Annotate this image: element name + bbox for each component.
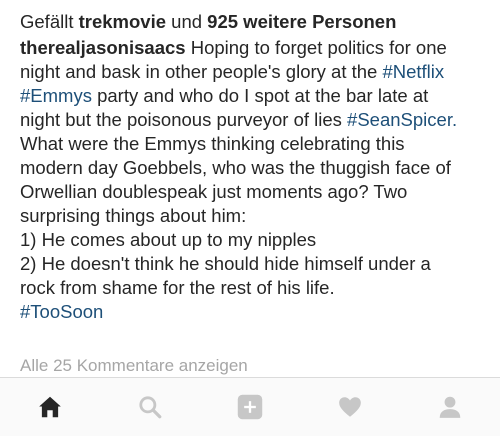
hashtag-netflix[interactable]: #Netflix [382,61,444,82]
likes-conjunction: und [171,11,203,32]
caption-line-7: Orwellian doublespeak just moments ago? … [20,181,408,202]
search-icon [139,396,162,419]
nav-home-button[interactable] [28,385,72,429]
home-icon [39,396,61,418]
post-text-area: Gefällt trekmovie und 925 weitere Person… [20,10,490,324]
nav-activity-button[interactable] [328,385,372,429]
profile-icon [439,396,461,418]
caption-username[interactable]: therealjasonisaacs [20,37,186,58]
nav-profile-button[interactable] [428,385,472,429]
heart-icon [339,397,361,417]
bottom-navigation-bar [0,377,500,436]
caption-line-5: What were the Emmys thinking celebrating… [20,133,405,154]
caption-line-2: night and bask in other people's glory a… [20,60,490,84]
caption-line-12: #TooSoon [20,300,490,324]
nav-add-post-button[interactable] [228,385,272,429]
caption-line-1: therealjasonisaacs Hoping to forget poli… [20,36,490,60]
caption-text-4: night but the poisonous purveyor of lies [20,109,342,130]
likes-prefix: Gefällt [20,11,74,32]
caption-text-3: party and who do I spot at the bar late … [97,85,429,106]
hashtag-toosoon[interactable]: #TooSoon [20,301,103,322]
caption-line-6: modern day Goebbels, who was the thuggis… [20,157,451,178]
caption-line-9: 1) He comes about up to my nipples [20,229,317,250]
caption-line-4: night but the poisonous purveyor of lies… [20,108,490,132]
hashtag-seanspicer[interactable]: #SeanSpicer. [347,109,457,130]
view-all-comments-link[interactable]: Alle 25 Kommentare anzeigen [20,356,248,376]
liker-username[interactable]: trekmovie [79,11,166,32]
likes-summary[interactable]: Gefällt trekmovie und 925 weitere Person… [20,10,490,34]
post-caption: therealjasonisaacs Hoping to forget poli… [20,36,490,324]
caption-line-3: #Emmys party and who do I spot at the ba… [20,84,490,108]
nav-search-button[interactable] [128,385,172,429]
caption-text-1: Hoping to forget politics for one [190,37,447,58]
caption-text-2: night and bask in other people's glory a… [20,61,378,82]
caption-line-11: rock from shame for the rest of his life… [20,277,335,298]
likes-count[interactable]: 925 weitere Personen [207,11,396,32]
hashtag-emmys[interactable]: #Emmys [20,85,92,106]
caption-line-10: 2) He doesn't think he should hide himse… [20,253,431,274]
caption-line-8: surprising things about him: [20,205,247,226]
add-post-icon [237,394,263,420]
